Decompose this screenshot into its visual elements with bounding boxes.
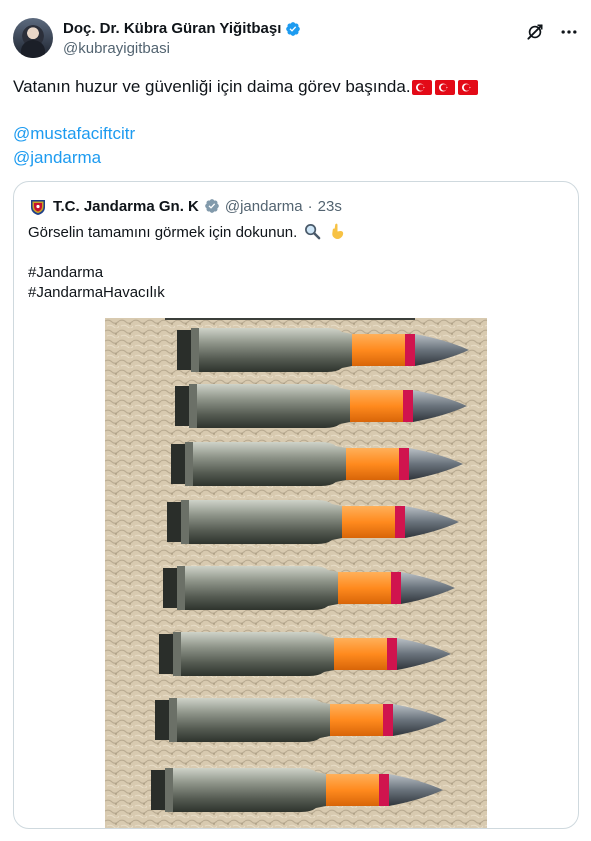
ammunition-photo xyxy=(105,318,487,828)
hashtag-jandarma[interactable]: #Jandarma xyxy=(28,263,103,283)
author-display-name[interactable]: Doç. Dr. Kübra Güran Yiğitbaşı xyxy=(63,20,281,37)
magnifier-icon xyxy=(305,224,321,240)
grok-icon[interactable] xyxy=(525,22,545,42)
tweet-header: Doç. Dr. Kübra Güran Yiğitbaşı @kubrayig… xyxy=(13,18,581,62)
quoted-handle[interactable]: @jandarma xyxy=(225,198,303,215)
quoted-tweet-header: T.C. Jandarma Gn. K @jandarma · 23s xyxy=(28,196,342,216)
turkey-flag-icon xyxy=(457,80,478,95)
more-options-icon[interactable] xyxy=(559,22,579,42)
avatar[interactable] xyxy=(13,18,53,58)
quoted-text-line: Görselin tamamını görmek için dokunun. xyxy=(28,223,346,243)
turkey-flag-icon xyxy=(434,80,455,95)
tweet-body: Vatanın huzur ve güvenliği için daima gö… xyxy=(13,77,411,96)
tweet-text: Vatanın huzur ve güvenliği için daima gö… xyxy=(13,76,573,98)
verified-badge-icon xyxy=(286,21,301,36)
mention-link-jandarma[interactable]: @jandarma xyxy=(13,148,101,168)
flag-group xyxy=(411,80,478,95)
quoted-tweet-card[interactable]: T.C. Jandarma Gn. K @jandarma · 23s Görs… xyxy=(13,181,579,829)
pointing-down-icon xyxy=(331,223,343,240)
author-name-row: Doç. Dr. Kübra Güran Yiğitbaşı xyxy=(63,20,301,37)
quoted-display-name[interactable]: T.C. Jandarma Gn. K xyxy=(53,198,199,215)
jandarma-logo-icon[interactable] xyxy=(28,196,48,216)
quoted-media-image[interactable] xyxy=(105,318,487,828)
turkey-flag-icon xyxy=(411,80,432,95)
mention-link-mustafaciftcitr[interactable]: @mustafaciftcitr xyxy=(13,124,135,144)
header-actions xyxy=(525,22,579,42)
quoted-timestamp[interactable]: 23s xyxy=(318,198,342,215)
separator-dot: · xyxy=(307,197,313,215)
government-verified-icon xyxy=(205,199,219,213)
hashtag-jandarma-havacilik[interactable]: #JandarmaHavacılık xyxy=(28,283,165,303)
quoted-text: Görselin tamamını görmek için dokunun. xyxy=(28,224,298,241)
author-handle[interactable]: @kubrayigitbasi xyxy=(63,40,170,57)
